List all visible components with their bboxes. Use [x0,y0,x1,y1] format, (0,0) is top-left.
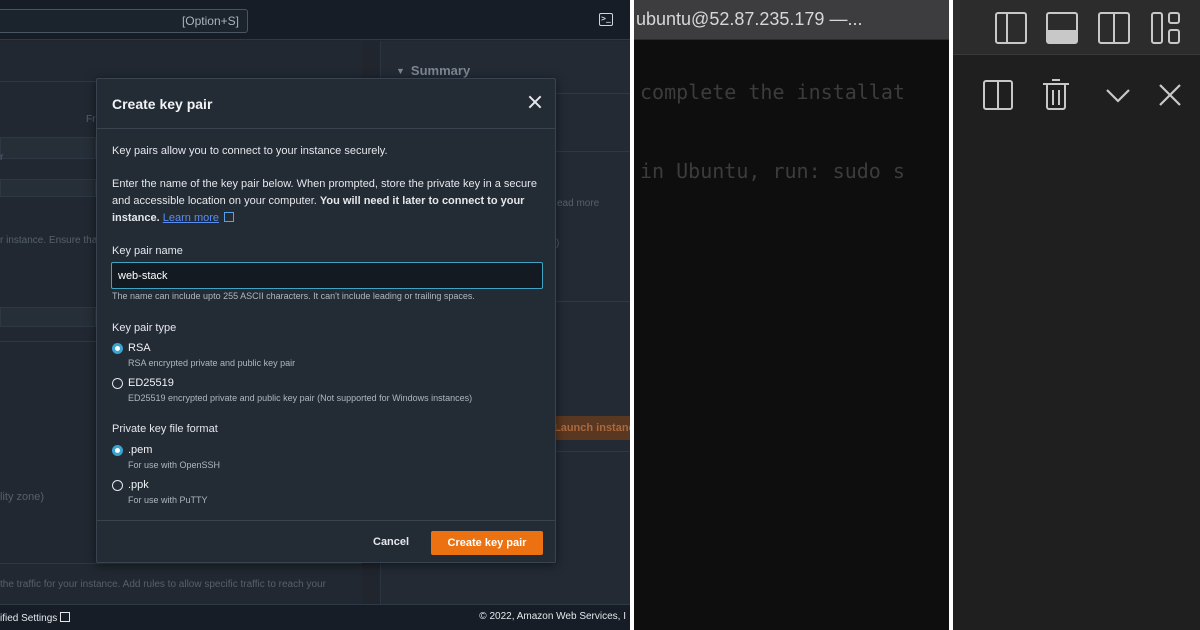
key-pair-type-label: Key pair type [112,322,177,334]
create-key-pair-button[interactable]: Create key pair [431,531,543,555]
background-field [0,179,96,197]
external-link-icon [60,612,71,622]
footer-settings-link[interactable]: ified Settings [0,611,71,624]
divider [556,301,630,302]
background-text: lity zone) [0,491,45,503]
copyright-text: © 2022, Amazon Web Services, I [479,611,626,622]
background-field [0,137,96,159]
background-text: r [0,152,4,163]
cancel-button[interactable]: Cancel [373,536,409,548]
chevron-down-icon[interactable] [1105,82,1131,108]
background-text: Fr [86,114,96,125]
background-text: ) [556,238,560,249]
create-key-pair-dialog: Create key pair Key pairs allow you to c… [96,78,556,563]
terminal-output-line: in Ubuntu, run: sudo s [640,159,905,183]
editor-panel-toolbar [953,0,1200,630]
radio-description: For use with PuTTY [128,495,208,505]
close-icon[interactable] [527,94,543,110]
radio-description: For use with OpenSSH [128,460,221,470]
aws-top-navigation: [Option+S] >_ [0,0,630,40]
radio-description: RSA encrypted private and public key pai… [128,358,296,368]
toggle-panel-icon[interactable] [1046,12,1078,44]
key-pair-name-input[interactable] [111,262,543,289]
layout-controls-bar [953,0,1200,55]
learn-more-link[interactable]: Learn more [163,212,219,224]
trash-icon[interactable] [1043,79,1069,111]
terminal-title: ubuntu@52.87.235.179 —... [636,9,863,29]
aws-footer: ified Settings © 2022, Amazon Web Servic… [0,604,630,630]
radio-label: RSA [128,342,151,354]
radio-button[interactable] [112,378,123,389]
dialog-header: Create key pair [97,79,555,129]
footer-settings-label: ified Settings [0,613,58,624]
search-bar[interactable]: [Option+S] [0,9,248,33]
aws-console-panel: [Option+S] >_ Summary Fr r r instance. E… [0,0,630,630]
background-text: r instance. Ensure that [0,235,101,246]
radio-description: ED25519 encrypted private and public key… [128,393,473,403]
private-key-format-label: Private key file format [112,423,218,435]
summary-heading: Summary [396,63,470,78]
dialog-footer: Cancel Create key pair [97,520,555,564]
split-terminal-icon[interactable] [983,80,1013,110]
radio-label: .pem [128,444,153,456]
toggle-secondary-sidebar-icon[interactable] [1098,12,1130,44]
radio-label: .ppk [128,479,149,491]
intro-text: Key pairs allow you to connect to your i… [112,145,388,157]
divider [556,451,630,452]
close-icon[interactable] [1157,82,1183,108]
customize-layout-icon[interactable] [1151,12,1183,44]
radio-button[interactable] [112,480,123,491]
dialog-title: Create key pair [112,96,213,112]
radio-label: ED25519 [128,377,174,389]
key-pair-name-label: Key pair name [112,245,183,257]
launch-instance-button[interactable]: Launch instance [550,416,630,440]
external-link-icon [224,212,235,222]
key-pair-name-hint: The name can include upto 255 ASCII char… [112,291,475,301]
background-text: the traffic for your instance. Add rules… [0,579,326,590]
terminal-output-line: complete the installat [640,80,905,104]
background-link: ead more [557,198,600,209]
search-shortcut-hint: [Option+S] [181,14,239,28]
cloudshell-icon[interactable]: >_ [599,13,613,26]
divider [0,341,96,342]
radio-button-selected[interactable] [112,445,123,456]
instructions-text: Enter the name of the key pair below. Wh… [112,176,542,227]
terminal-window: ubuntu@52.87.235.179 —... complete the i… [634,0,949,630]
radio-button-selected[interactable] [112,343,123,354]
terminal-title-bar: ubuntu@52.87.235.179 —... [634,0,949,40]
background-field [0,307,96,327]
toggle-primary-sidebar-icon[interactable] [995,12,1027,44]
